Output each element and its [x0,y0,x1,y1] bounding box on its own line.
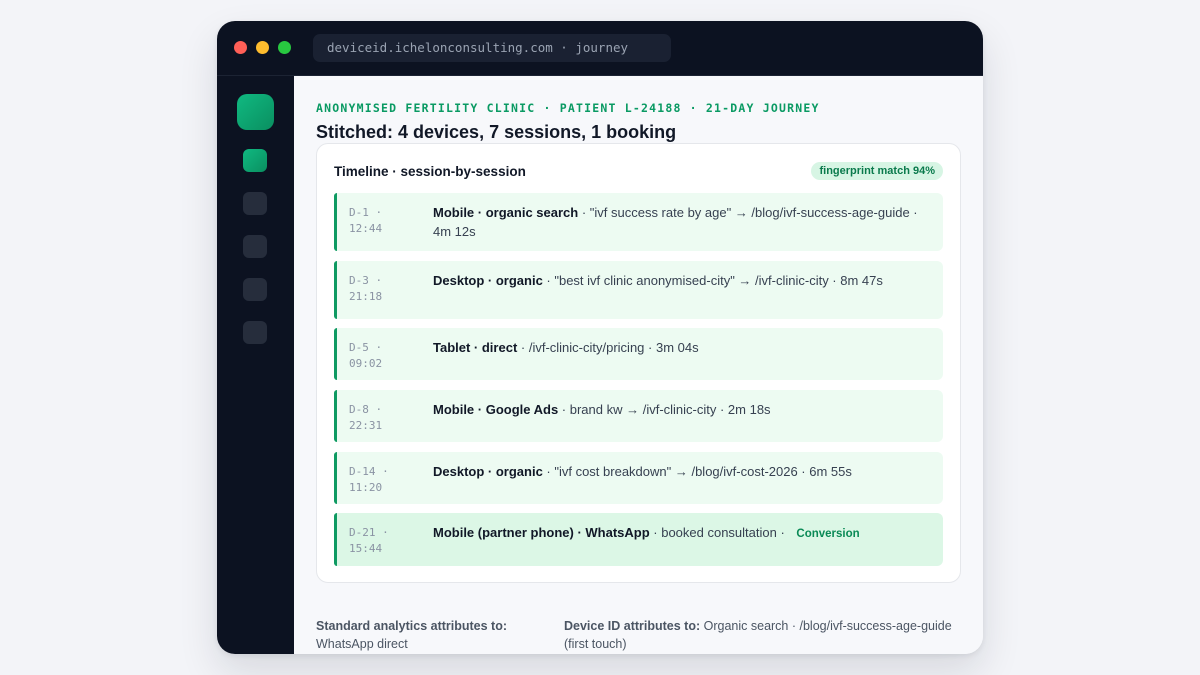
minimize-window-button[interactable] [256,41,269,54]
session-source: Mobile (partner phone) · WhatsApp [433,525,650,540]
sidebar-item-5[interactable] [243,321,267,344]
session-source: Desktop · organic [433,273,543,288]
session-time: 22:31 [349,419,383,432]
main-content: ANONYMISED FERTILITY CLINIC · PATIENT L-… [294,76,983,654]
session-time: 11:20 [349,481,383,494]
session-time: 09:02 [349,357,383,370]
session-source: Desktop · organic [433,464,543,479]
session-row[interactable]: D-5 · 09:02 Tablet · direct · /ivf-clinic… [334,328,943,380]
session-day: D-8 · [349,403,383,416]
page-title: Stitched: 4 devices, 7 sessions, 1 booki… [316,122,677,142]
session-row[interactable]: D-14 · 11:20 Desktop · organic · "ivf cos… [334,452,943,504]
session-day: D-14 · [349,465,389,478]
session-detail: · "ivf cost breakdown" → /blog/ivf-cost-… [542,464,852,479]
session-day: D-1 · [349,206,383,219]
deviceid-attribution: Device ID attributes to: Organic search … [564,617,964,653]
title-bar: deviceid.ichelonconsulting.com · journey [217,21,983,76]
session-detail: · brand kw → /ivf-clinic-city · 2m 18s [558,402,771,417]
session-day: D-3 · [349,274,383,287]
fingerprint-match-badge: fingerprint match 94% [811,162,943,180]
session-day: D-21 · [349,526,389,539]
session-row[interactable]: D-8 · 22:31 Mobile · Google Ads · brand k… [334,390,943,442]
deviceid-attribution-label: Device ID attributes to: [564,619,701,633]
session-time: 12:44 [349,222,383,235]
sidebar-item-4[interactable] [243,278,267,301]
sidebar-item-3[interactable] [243,235,267,258]
session-source: Mobile · organic search [433,205,579,220]
journey-eyebrow: ANONYMISED FERTILITY CLINIC · PATIENT L-… [316,101,820,115]
sidebar [217,76,294,654]
session-detail: · /ivf-clinic-city/pricing · 3m 04s [517,340,699,355]
app-window: deviceid.ichelonconsulting.com · journey… [217,21,983,654]
timeline-card: Timeline · session-by-session fingerprin… [316,143,961,583]
session-day: D-5 · [349,341,383,354]
conversion-session-row[interactable]: D-21 · 15:44 Mobile (partner phone) · Wha… [334,513,943,566]
standard-attribution-value: WhatsApp direct [316,637,408,651]
session-row[interactable]: D-3 · 21:18 Desktop · organic · "best ivf… [334,261,943,319]
session-source: Mobile · Google Ads [433,402,559,417]
session-detail: · booked consultation · [649,525,789,540]
conversion-tag: Conversion [796,528,860,540]
app-logo [237,94,274,130]
session-source: Tablet · direct [433,340,518,355]
session-detail: · "best ivf clinic anonymised-city" → /i… [542,273,883,288]
standard-attribution: Standard analytics attributes to: WhatsA… [316,617,546,653]
sidebar-item-2[interactable] [243,192,267,215]
session-time: 21:18 [349,290,383,303]
session-time: 15:44 [349,542,383,555]
close-window-button[interactable] [234,41,247,54]
timeline-title: Timeline · session-by-session [334,164,526,179]
maximize-window-button[interactable] [278,41,291,54]
standard-attribution-label: Standard analytics attributes to: [316,619,508,633]
session-row[interactable]: D-1 · 12:44 Mobile · organic search · "iv… [334,193,943,251]
sidebar-item-journey[interactable] [243,149,267,172]
address-bar[interactable]: deviceid.ichelonconsulting.com · journey [313,34,671,62]
